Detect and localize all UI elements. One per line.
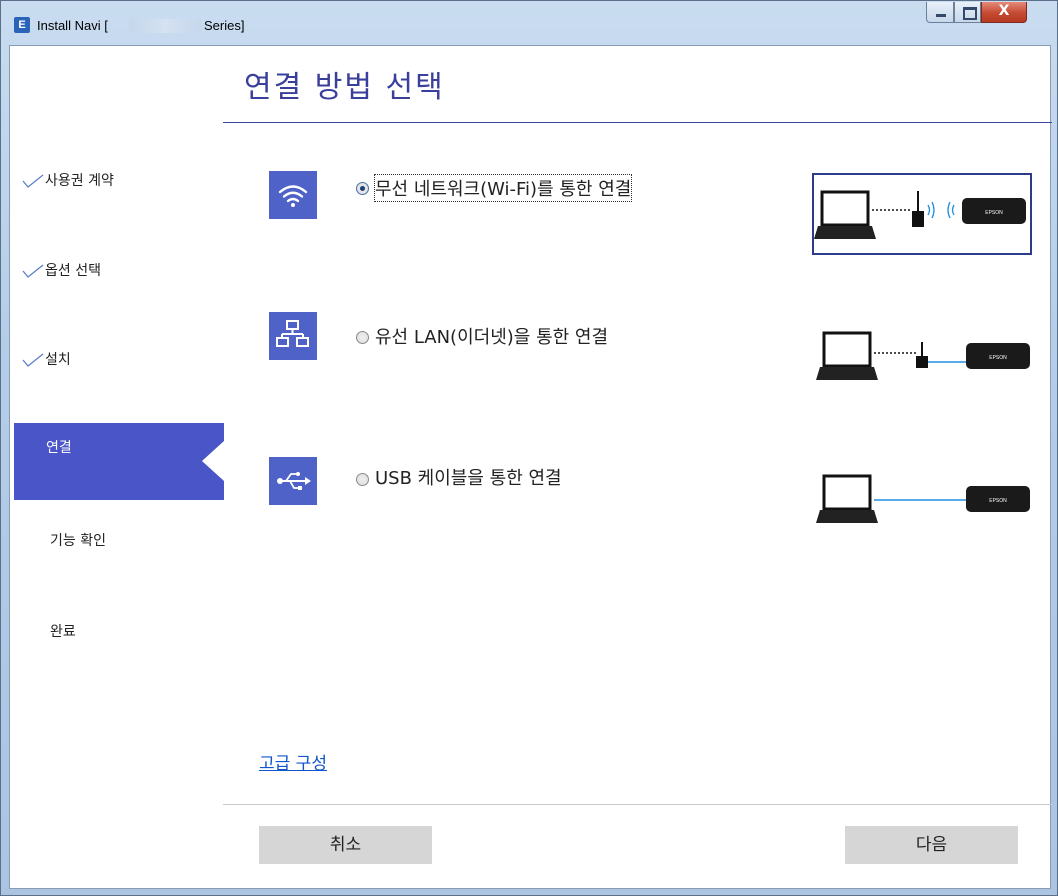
maximize-button[interactable] xyxy=(954,2,981,23)
ethernet-connection-diagram: EPSON xyxy=(812,318,1032,400)
printer-brand-label: EPSON xyxy=(989,355,1007,361)
active-step-pointer xyxy=(202,441,224,481)
sidebar-item-label: 연결 xyxy=(46,440,72,456)
minimize-button[interactable] xyxy=(926,2,954,23)
wifi-option-label[interactable]: 무선 네트워크(Wi-Fi)를 통한 연결 xyxy=(373,174,633,202)
page-title: 연결 방법 선택 xyxy=(244,70,445,105)
sidebar-item-label: 설치 xyxy=(45,352,71,368)
window-title-prefix: Install Navi [ xyxy=(37,18,108,33)
printer-brand-label: EPSON xyxy=(985,210,1003,216)
checkmark-icon xyxy=(22,264,44,278)
cancel-button[interactable]: 취소 xyxy=(259,826,432,864)
sidebar-item-feature-check: 기능 확인 xyxy=(10,520,224,560)
title-divider xyxy=(223,122,1052,123)
usb-connection-diagram: EPSON xyxy=(812,461,1032,543)
sidebar-item-label: 옵션 선택 xyxy=(45,263,101,279)
sidebar-item-label: 완료 xyxy=(50,624,76,640)
next-button[interactable]: 다음 xyxy=(845,826,1018,864)
redacted-model-name xyxy=(129,19,201,33)
sidebar-item-connection: 연결 xyxy=(14,423,224,500)
wifi-connection-diagram: EPSON xyxy=(812,173,1032,255)
usb-radio[interactable] xyxy=(356,473,369,486)
wifi-radio[interactable] xyxy=(356,182,369,195)
sidebar-item-label: 기능 확인 xyxy=(50,533,106,549)
sidebar-item-finish: 완료 xyxy=(10,611,224,651)
network-icon[interactable] xyxy=(269,312,317,360)
close-button[interactable]: X xyxy=(981,2,1027,23)
ethernet-radio[interactable] xyxy=(356,331,369,344)
ethernet-option-label[interactable]: 유선 LAN(이더넷)을 통한 연결 xyxy=(375,323,608,349)
title-bar[interactable]: E Install Navi [ Series] X xyxy=(1,1,1057,45)
app-icon: E xyxy=(14,17,30,33)
footer-divider xyxy=(223,804,1052,805)
checkmark-icon xyxy=(22,174,44,188)
usb-option-label[interactable]: USB 케이블을 통한 연결 xyxy=(375,464,562,490)
sidebar-item-install: 설치 xyxy=(10,339,224,379)
close-icon: X xyxy=(998,3,1010,19)
advanced-config-link[interactable]: 고급 구성 xyxy=(259,749,327,774)
sidebar-item-options: 옵션 선택 xyxy=(10,250,224,290)
client-area: 사용권 계약 옵션 선택 설치 연결 기능 확인 완료 연결 방법 선택 무선 … xyxy=(9,45,1052,889)
installer-window: E Install Navi [ Series] X 사용권 계약 옵션 선택 … xyxy=(0,0,1058,896)
sidebar-item-license: 사용권 계약 xyxy=(10,160,224,200)
usb-icon[interactable] xyxy=(269,457,317,505)
printer-brand-label: EPSON xyxy=(989,498,1007,504)
wifi-icon[interactable] xyxy=(269,171,317,219)
window-title-suffix: Series] xyxy=(204,18,245,33)
sidebar-item-label: 사용권 계약 xyxy=(45,173,114,189)
checkmark-icon xyxy=(22,353,44,367)
